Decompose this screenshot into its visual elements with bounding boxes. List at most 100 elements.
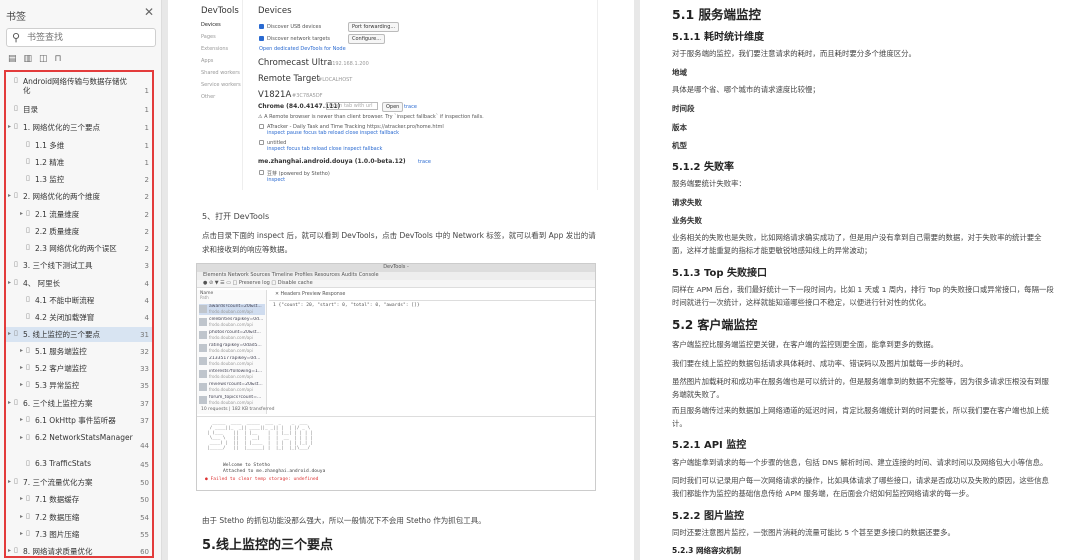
nav-devices[interactable]: Devices	[201, 22, 221, 28]
heading-5-1: 5.1 服务端监控	[672, 7, 761, 22]
entry2-actions[interactable]: inspect focus tab reload close inspect f…	[267, 146, 382, 152]
nav-extensions[interactable]: Extensions	[201, 46, 228, 52]
toc-item[interactable]: ▸ ▯ 5.3 异常监控 35	[6, 378, 152, 393]
network-request-row[interactable]: photos?count=20&st... frodo.douban.com/ap…	[199, 330, 265, 341]
bookmark-search-box[interactable]: ⚲	[6, 28, 156, 47]
toc-item[interactable]: ▯ 4.2 关闭加载弹窗 4	[6, 310, 152, 325]
toc-item[interactable]: ▸ ▯ 4、 阿里长 4	[6, 276, 152, 291]
expand-arrow-icon[interactable]: ▸	[8, 547, 11, 554]
detail-tabs[interactable]: ✕ Headers Preview Response	[275, 292, 345, 297]
expand-all-icon[interactable]: ▤	[8, 54, 17, 66]
network-request-row[interactable]: awards?count=20&st... frodo.douban.com/ap…	[199, 304, 265, 315]
toc-item[interactable]: ▯ 目录 1	[6, 102, 152, 117]
chrome-trace-link[interactable]: trace	[404, 104, 417, 110]
nav-apps[interactable]: Apps	[201, 58, 213, 64]
toc-item[interactable]: ▯ 3. 三个线下测试工具 3	[6, 258, 152, 273]
file-icon	[199, 344, 207, 352]
toc-item[interactable]: ▸ ▯ 6.2 NetworkStatsManager 44	[6, 431, 152, 453]
network-toolbar[interactable]: ● ⊘ ▼ ☰ ▭ □ Preserve log □ Disable cache	[197, 280, 595, 288]
expand-arrow-icon[interactable]: ▸	[20, 434, 23, 441]
toc-item[interactable]: ▸ ▯ 6.1 OkHttp 事件监听器 37	[6, 413, 152, 428]
expand-arrow-icon[interactable]: ▸	[20, 210, 23, 217]
app-inspect-link[interactable]: inspect	[267, 177, 285, 183]
toc-item-page: 32	[140, 348, 149, 356]
nav-shared-workers[interactable]: Shared workers	[201, 70, 240, 76]
network-request-row[interactable]: reviews?count=20&st... frodo.douban.com/a…	[199, 382, 265, 393]
file-icon	[199, 370, 207, 378]
devtools-tabs[interactable]: Elements Network Sources Timeline Profil…	[197, 272, 595, 280]
network-request-row[interactable]: celebrities?apikey=0d... frodo.douban.com…	[199, 317, 265, 328]
bookmark-page-icon: ▯	[14, 477, 18, 485]
toc-item-page: 60	[140, 548, 149, 556]
toc-item[interactable]: ▸ ▯ 5. 线上监控的三个要点 31	[6, 327, 152, 342]
request-host: frodo.douban.com/api	[209, 322, 253, 327]
toc-item[interactable]: ▯ 6.3 TrafficStats 45	[6, 457, 152, 472]
expand-arrow-icon[interactable]: ▸	[20, 495, 23, 502]
open-node-devtools-link[interactable]: Open dedicated DevTools for Node	[259, 46, 346, 52]
toc-item[interactable]: ▸ ▯ 7.2 数据压缩 54	[6, 510, 152, 525]
close-icon[interactable]: ✕	[144, 5, 154, 19]
pdf-viewer: 书签 ✕ ⚲ ▤ ▥ ◫ ⊓ ▯Android网络传输与数据存储优化1▯目录1▸…	[0, 0, 1080, 560]
bookmark-page-icon: ▯	[26, 529, 30, 537]
collapse-all-icon[interactable]: ▥	[24, 54, 33, 66]
network-request-row[interactable]: forum_topics?count=... frodo.douban.com/a…	[199, 395, 265, 406]
toc-item[interactable]: ▸ ▯ 7.3 图片压缩 55	[6, 527, 152, 542]
bookmark-page-icon: ▯	[14, 546, 18, 554]
expand-arrow-icon[interactable]: ▸	[8, 123, 11, 130]
para-5-2-1-b: 同时我们可以记录用户每一次网络请求的操作，比如具体请求了哪些接口，请求是否成功以…	[672, 476, 1049, 498]
toc-item[interactable]: ▯ 2.2 质量维度 2	[6, 224, 152, 239]
port-forwarding-button[interactable]: Port forwarding...	[348, 22, 400, 32]
toc-item[interactable]: ▸ ▯ 6. 三个线上监控方案 37	[6, 396, 152, 411]
expand-arrow-icon[interactable]: ▸	[8, 192, 11, 199]
toc-item[interactable]: ▸ ▯ 8. 网络请求质量优化 60	[6, 544, 152, 556]
discover-usb-checkbox[interactable]	[259, 24, 264, 29]
entry1-actions[interactable]: inspect pause focus tab reload close ins…	[267, 130, 399, 136]
expand-arrow-icon[interactable]: ▸	[20, 513, 23, 520]
toc-item[interactable]: ▯ 2.3 网络优化的两个误区 2	[6, 241, 152, 256]
expand-arrow-icon[interactable]: ▸	[20, 347, 23, 354]
expand-arrow-icon[interactable]: ▸	[8, 399, 11, 406]
toc-item[interactable]: ▸ ▯ 7.1 数据缓存 50	[6, 492, 152, 507]
discover-network-checkbox[interactable]	[259, 36, 264, 41]
nav-service-workers[interactable]: Service workers	[201, 82, 241, 88]
toc-item[interactable]: ▯ 1.1 多维 1	[6, 138, 152, 153]
expand-arrow-icon[interactable]: ▸	[20, 530, 23, 537]
toc-item-page: 2	[144, 211, 149, 219]
open-tab-button[interactable]: Open	[382, 102, 404, 112]
expand-arrow-icon[interactable]: ▸	[8, 279, 11, 286]
toc-item[interactable]: ▯ 4.1 不能中断流程 4	[6, 293, 152, 308]
bookmark-search-input[interactable]	[27, 31, 151, 44]
configure-button[interactable]: Configure...	[348, 34, 386, 44]
network-request-row[interactable]: 21335177apikey=0d... frodo.douban.com/api	[199, 356, 265, 367]
toc-item[interactable]: ▸ ▯ 2.1 流量维度 2	[6, 207, 152, 222]
expand-arrow-icon[interactable]: ▸	[8, 478, 11, 485]
toc-item[interactable]: ▸ ▯ 7. 三个流量优化方案 50	[6, 475, 152, 490]
toc-item[interactable]: ▸ ▯ 1. 网络优化的三个要点 1	[6, 120, 152, 135]
toc-item[interactable]: ▯ Android网络传输与数据存储优化 1	[6, 74, 152, 98]
app-trace-link[interactable]: trace	[418, 159, 431, 165]
bookmark-icon[interactable]: ⊓	[55, 54, 62, 66]
devtools-devices-screenshot: DevTools Devices Pages Extensions Apps S…	[198, 0, 598, 190]
heading-5-1-2: 5.1.2 失败率	[672, 162, 734, 173]
toc-item[interactable]: ▸ ▯ 2. 网络优化的两个维度 2	[6, 189, 152, 204]
open-tab-url-input[interactable]: Open tab with url	[326, 102, 378, 110]
network-request-row[interactable]: rating?apikey=0dad5... frodo.douban.com/a…	[199, 343, 265, 354]
console-welcome: Welcome to Stetho	[223, 463, 271, 468]
expand-arrow-icon[interactable]: ▸	[20, 381, 23, 388]
toc-item-page: 3	[144, 262, 149, 270]
toc-item-label: 4、 阿里长	[23, 279, 61, 288]
nav-pages[interactable]: Pages	[201, 34, 216, 40]
toc-item-label: 7. 三个流量优化方案	[23, 478, 93, 487]
add-bookmark-icon[interactable]: ◫	[39, 54, 48, 66]
network-request-row[interactable]: interests?following=1... frodo.douban.com…	[199, 369, 265, 380]
nav-other[interactable]: Other	[201, 94, 215, 100]
expand-arrow-icon[interactable]: ▸	[8, 330, 11, 337]
bookmark-sidebar: 书签 ✕ ⚲ ▤ ▥ ◫ ⊓ ▯Android网络传输与数据存储优化1▯目录1▸…	[0, 0, 162, 560]
toc-item[interactable]: ▯ 1.3 监控 2	[6, 172, 152, 187]
toc-item[interactable]: ▸ ▯ 5.2 客户端监控 33	[6, 361, 152, 376]
toc-item[interactable]: ▯ 1.2 精准 1	[6, 155, 152, 170]
toc-item[interactable]: ▸ ▯ 5.1 服务端监控 32	[6, 344, 152, 359]
toc-item-page: 45	[140, 461, 149, 469]
expand-arrow-icon[interactable]: ▸	[20, 364, 23, 371]
expand-arrow-icon[interactable]: ▸	[20, 416, 23, 423]
